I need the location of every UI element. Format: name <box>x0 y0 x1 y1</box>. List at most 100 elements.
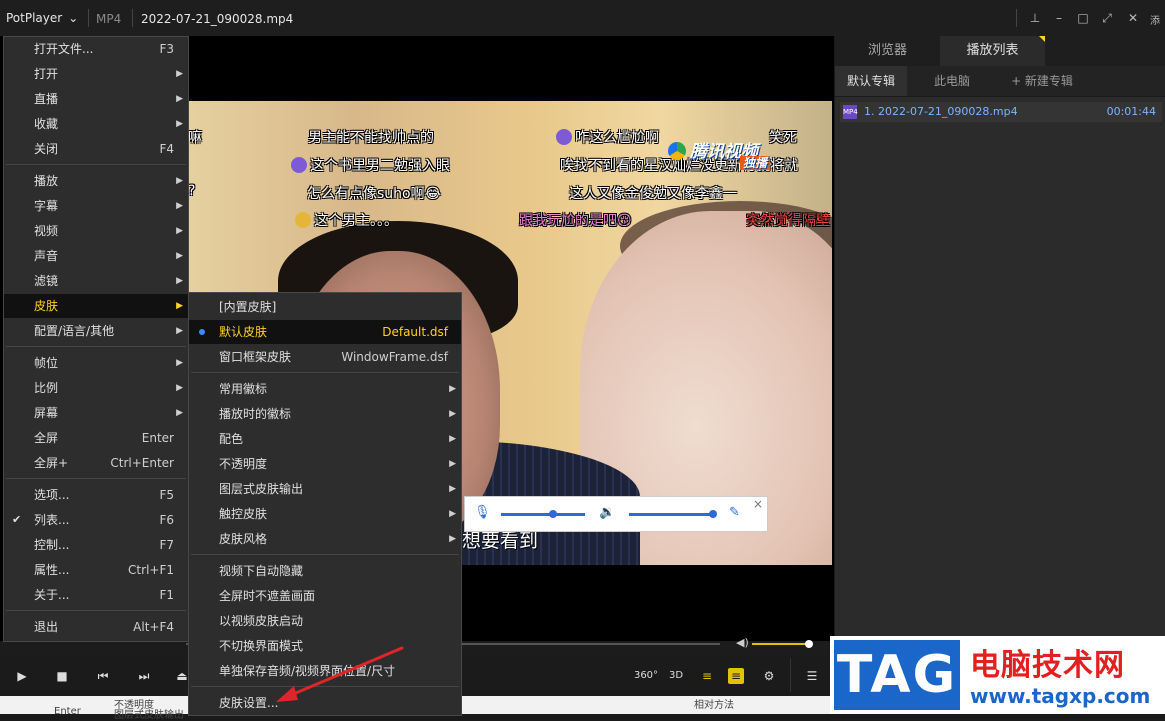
app-name: PotPlayer <box>6 11 63 25</box>
mic-volume-slider[interactable] <box>501 513 585 516</box>
menu-item-label: 常用徽标 <box>219 382 268 396</box>
volume-slider[interactable] <box>752 643 809 645</box>
menu-item-audio[interactable]: 声音 ▶ <box>4 244 188 268</box>
danmu-comment: 怎么有点像suho啊😂 <box>307 186 441 202</box>
speaker-volume-slider[interactable] <box>629 513 715 516</box>
submenu-item-start-video-skin[interactable]: 以视频皮肤启动 <box>189 609 461 633</box>
chevron-right-icon: ▶ <box>449 409 456 419</box>
chevron-right-icon: ▶ <box>176 69 183 79</box>
microphone-icon[interactable]: 🎙 <box>474 505 491 520</box>
menu-item-exit[interactable]: 退出 Alt+F4 <box>4 615 188 639</box>
menu-item-skin[interactable]: 皮肤 ▶ <box>4 294 188 318</box>
submenu-item-playing-logo[interactable]: 播放时的徽标 ▶ <box>189 402 461 426</box>
submenu-item-common-logo[interactable]: 常用徽标 ▶ <box>189 377 461 401</box>
menu-item-playback[interactable]: 播放 ▶ <box>4 169 188 193</box>
pin-icon[interactable]: ⊥ <box>1024 8 1046 28</box>
chevron-right-icon: ▶ <box>449 534 456 544</box>
menu-item-shortcut: Ctrl+Enter <box>110 456 174 470</box>
menu-item-close[interactable]: 关闭 F4 <box>4 137 188 161</box>
menu-item-label: 打开文件... <box>34 42 94 56</box>
pen-icon[interactable]: ✎ <box>729 505 740 520</box>
subtab-new-album[interactable]: + 新建专辑 <box>997 66 1087 96</box>
menu-item-config[interactable]: 配置/语言/其他 ▶ <box>4 319 188 343</box>
app-menu-button[interactable]: PotPlayer ⌄ <box>6 8 78 28</box>
menu-item-label: 声音 <box>34 249 59 263</box>
close-icon[interactable]: × <box>753 497 763 511</box>
tab-browser[interactable]: 浏览器 <box>835 36 940 66</box>
previous-icon[interactable]: ⏮ <box>93 668 113 684</box>
submenu-item-touch-skin[interactable]: 触控皮肤 ▶ <box>189 502 461 526</box>
play-icon[interactable]: ▶ <box>12 668 32 684</box>
chevron-right-icon: ▶ <box>176 276 183 286</box>
gear-icon[interactable]: ⚙ <box>759 668 779 684</box>
menu-item-label: 列表... <box>34 513 70 527</box>
3d-button[interactable]: 3D <box>665 668 687 684</box>
menu-item-fullscreen-plus[interactable]: 全屏+ Ctrl+Enter <box>4 451 188 475</box>
file-format: MP4 <box>96 12 122 26</box>
menu-item-open-file[interactable]: 打开文件... F3 <box>4 37 188 61</box>
slider-knob[interactable] <box>709 510 717 518</box>
volume-knob[interactable] <box>805 640 813 648</box>
menu-item-shortcut: F6 <box>159 513 174 527</box>
menu-item-screen[interactable]: 屏幕 ▶ <box>4 401 188 425</box>
submenu-item-skin-style[interactable]: 皮肤风格 ▶ <box>189 527 461 551</box>
menu-item-open[interactable]: 打开 ▶ <box>4 62 188 86</box>
menu-item-options[interactable]: 选项... F5 <box>4 483 188 507</box>
danmu-comment: ? <box>188 183 196 199</box>
submenu-item-opacity[interactable]: 不透明度 ▶ <box>189 452 461 476</box>
menu-item-label: 不透明度 <box>219 457 268 471</box>
submenu-item-windowframe-skin[interactable]: 窗口框架皮肤 WindowFrame.dsf <box>189 345 461 369</box>
stop-icon[interactable]: ■ <box>52 668 72 684</box>
close-icon[interactable]: ✕ <box>1122 8 1144 28</box>
volume-icon[interactable]: ◀) <box>736 636 749 649</box>
playlist-search-icon[interactable]: ≡ <box>697 668 717 684</box>
menu-item-playlist[interactable]: ✔ 列表... F6 <box>4 508 188 532</box>
submenu-item-auto-hide[interactable]: 视频下自动隐藏 <box>189 559 461 583</box>
chevron-down-icon: ⌄ <box>68 11 79 25</box>
menu-item-label: [内置皮肤] <box>219 300 277 314</box>
divider <box>1016 9 1017 27</box>
menu-item-video[interactable]: 视频 ▶ <box>4 219 188 243</box>
menu-item-fullscreen[interactable]: 全屏 Enter <box>4 426 188 450</box>
vr-360-button[interactable]: 360° <box>633 668 659 684</box>
menu-item-properties[interactable]: 属性... Ctrl+F1 <box>4 558 188 582</box>
submenu-item-builtin-skins: [内置皮肤] <box>189 295 461 319</box>
menu-icon[interactable]: ☰ <box>802 668 822 684</box>
menu-item-value: Default.dsf <box>382 325 448 339</box>
menu-item-ratio[interactable]: 比例 ▶ <box>4 376 188 400</box>
subtitle-icon[interactable]: ≡ <box>728 668 744 684</box>
subtab-this-pc[interactable]: 此电脑 <box>907 66 997 96</box>
menu-item-subtitles[interactable]: 字幕 ▶ <box>4 194 188 218</box>
danmu-comment: 这个男主。。。 <box>295 210 398 230</box>
submenu-item-color-scheme[interactable]: 配色 ▶ <box>189 427 461 451</box>
fullscreen-icon[interactable]: ⤢ <box>1096 8 1118 28</box>
next-icon[interactable]: ⏭ <box>134 668 154 684</box>
panel-subtabs: 默认专辑 此电脑 + 新建专辑 <box>835 66 1165 97</box>
submenu-item-layered-output[interactable]: 图层式皮肤输出 ▶ <box>189 477 461 501</box>
main-context-menu: 打开文件... F3 打开 ▶ 直播 ▶ 收藏 ▶ 关闭 F4 播放 ▶ 字幕 ▶ 视频 ▶ 声… <box>3 36 189 642</box>
slider-knob[interactable] <box>549 510 557 518</box>
vip-badge-icon <box>556 129 572 145</box>
submenu-item-fullscreen-no-cover[interactable]: 全屏时不遮盖画面 <box>189 584 461 608</box>
danmu-comment: 这人又像金俊勉又像李鑫一 <box>569 186 737 202</box>
menu-item-shortcut: Ctrl+F1 <box>128 563 174 577</box>
submenu-item-default-skin[interactable]: 默认皮肤 Default.dsf <box>189 320 461 344</box>
menu-item-label: 帧位 <box>34 356 59 370</box>
minimize-icon[interactable]: – <box>1048 8 1070 28</box>
menu-item-favorites[interactable]: 收藏 ▶ <box>4 112 188 136</box>
tab-playlist[interactable]: 播放列表 <box>940 36 1045 66</box>
subtab-default-album[interactable]: 默认专辑 <box>835 66 907 96</box>
menu-item-filters[interactable]: 滤镜 ▶ <box>4 269 188 293</box>
speaker-icon[interactable]: 🔉 <box>599 505 615 520</box>
checkmark-icon: ✔ <box>12 513 22 526</box>
maximize-icon[interactable]: □ <box>1072 8 1094 28</box>
menu-item-frame[interactable]: 帧位 ▶ <box>4 351 188 375</box>
chevron-right-icon: ▶ <box>176 408 183 418</box>
watermark-url: www.tagxp.com <box>970 684 1151 708</box>
audio-popup: 🎙 🔉 ✎ × <box>464 496 768 532</box>
menu-item-about[interactable]: 关于... F1 <box>4 583 188 607</box>
menu-item-label: 直播 <box>34 92 59 106</box>
playlist-item[interactable]: MP4 1. 2022-07-21_090028.mp4 00:01:44 <box>840 102 1162 122</box>
menu-item-control[interactable]: 控制... F7 <box>4 533 188 557</box>
menu-item-live[interactable]: 直播 ▶ <box>4 87 188 111</box>
